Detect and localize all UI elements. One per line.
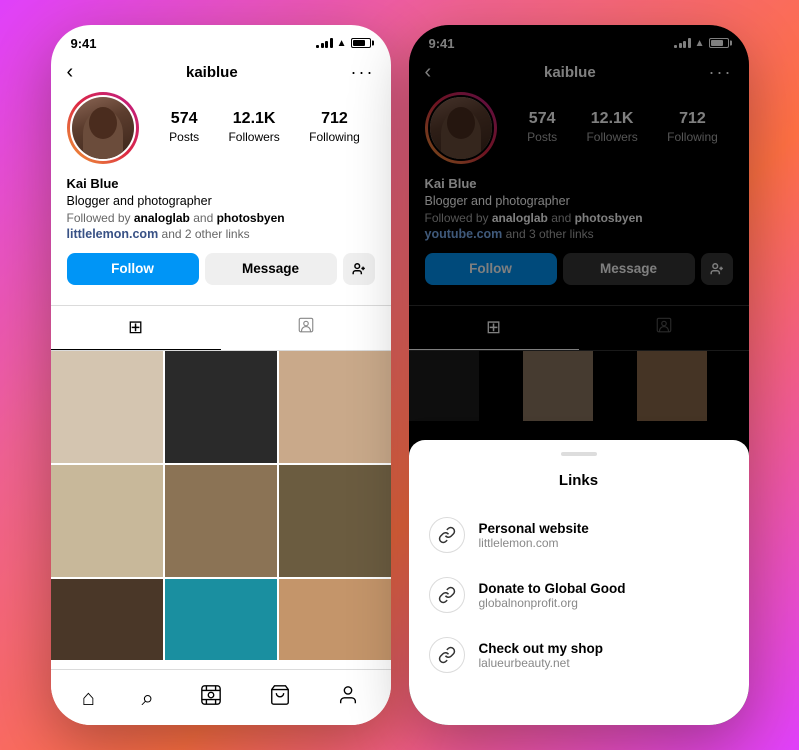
bio-followed-light: Followed by analoglab and photosbyen: [67, 211, 375, 225]
grid-cell-4[interactable]: [51, 465, 163, 577]
grid-cell-3[interactable]: [279, 351, 391, 463]
battery-icon: [351, 38, 371, 48]
avatar-light: [70, 95, 136, 161]
action-buttons-light: Follow Message: [67, 253, 375, 285]
link-icon-2: [429, 637, 465, 673]
stat-following-light[interactable]: 712 Following: [309, 110, 360, 146]
link-text-2: Check out my shop lalueurbeauty.net: [479, 641, 604, 670]
avatar-image-light: [72, 97, 134, 159]
shop-nav-icon-light[interactable]: [269, 684, 291, 712]
grid-cell-9[interactable]: [279, 579, 391, 661]
status-bar-light: 9:41 ▲: [51, 25, 391, 57]
nav-bar-light: ‹ kaiblue ···: [51, 57, 391, 92]
photo-grid-light: [51, 351, 391, 661]
link-item-2[interactable]: Check out my shop lalueurbeauty.net: [409, 625, 749, 685]
link-item-1[interactable]: Donate to Global Good globalnonprofit.or…: [409, 565, 749, 625]
stat-followers-light[interactable]: 12.1K Followers: [228, 110, 279, 146]
modal-handle: [561, 452, 597, 456]
modal-title: Links: [409, 472, 749, 489]
link-icon-0: [429, 517, 465, 553]
add-person-button-light[interactable]: [343, 253, 375, 285]
bio-section-light: Kai Blue Blogger and photographer Follow…: [67, 176, 375, 243]
reels-nav-icon-light[interactable]: [200, 684, 222, 712]
link-text-0: Personal website littlelemon.com: [479, 521, 589, 550]
grid-cell-2[interactable]: [165, 351, 277, 463]
grid-cell-8[interactable]: [165, 579, 277, 661]
bio-name-light: Kai Blue: [67, 176, 375, 191]
avatar-wrapper-light: [67, 92, 139, 164]
status-icons-light: ▲: [316, 38, 370, 49]
bio-link-light[interactable]: littlelemon.com and 2 other links: [67, 225, 375, 243]
back-button-light[interactable]: ‹: [67, 61, 74, 84]
tab-tagged-light[interactable]: [221, 306, 391, 350]
profile-nav-icon-light[interactable]: [337, 684, 359, 712]
phone-dark: 9:41 ▲ ‹ kaiblue ···: [409, 25, 749, 725]
grid-cell-1[interactable]: [51, 351, 163, 463]
tab-bar-light: ⊞: [51, 305, 391, 351]
link-text-1: Donate to Global Good globalnonprofit.or…: [479, 581, 626, 610]
search-nav-icon-light[interactable]: ⌕: [142, 685, 154, 711]
link-icon-1: [429, 577, 465, 613]
stats-light: 574 Posts 12.1K Followers 712 Following: [155, 110, 375, 146]
grid-cell-6[interactable]: [279, 465, 391, 577]
links-modal: Links Personal website littlelemon.com: [409, 440, 749, 725]
message-button-light[interactable]: Message: [205, 253, 337, 285]
grid-tab-icon-light: ⊞: [128, 317, 143, 338]
profile-section-light: 574 Posts 12.1K Followers 712 Following …: [51, 92, 391, 305]
profile-username-light: kaiblue: [186, 64, 238, 81]
grid-cell-7[interactable]: [51, 579, 163, 661]
more-button-light[interactable]: ···: [351, 62, 375, 83]
bottom-nav-light: ⌂ ⌕: [51, 669, 391, 725]
bio-text-light: Blogger and photographer: [67, 193, 375, 211]
tagged-tab-icon-light: [297, 316, 315, 339]
phone-light: 9:41 ▲ ‹ kaiblue ···: [51, 25, 391, 725]
grid-cell-5[interactable]: [165, 465, 277, 577]
wifi-icon: ▲: [337, 38, 347, 49]
stat-posts-light[interactable]: 574 Posts: [169, 110, 199, 146]
follow-button-light[interactable]: Follow: [67, 253, 199, 285]
profile-top-light: 574 Posts 12.1K Followers 712 Following: [67, 92, 375, 164]
profile-content-light: 574 Posts 12.1K Followers 712 Following …: [51, 92, 391, 660]
signal-icon: [316, 38, 333, 48]
home-nav-icon-light[interactable]: ⌂: [82, 685, 95, 711]
status-time-light: 9:41: [71, 36, 97, 51]
tab-grid-light[interactable]: ⊞: [51, 306, 221, 350]
link-item-0[interactable]: Personal website littlelemon.com: [409, 505, 749, 565]
